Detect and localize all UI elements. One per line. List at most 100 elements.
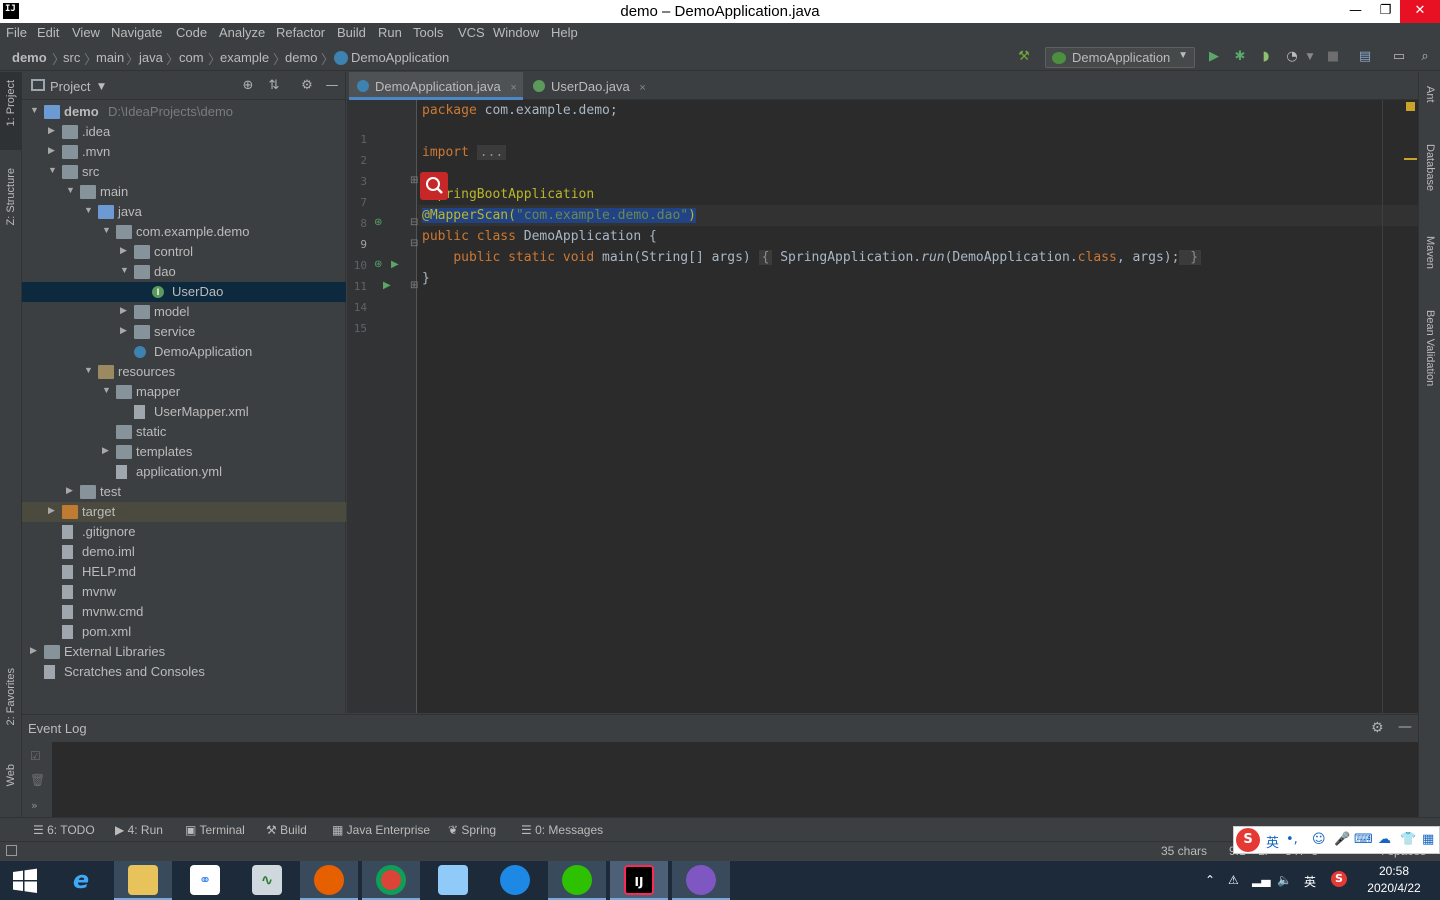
code-line[interactable]: public static void main(String[] args) {… xyxy=(422,250,1202,265)
tool-window-web[interactable]: Web xyxy=(5,764,17,786)
taskbar-qq-browser[interactable] xyxy=(486,861,544,900)
chevron-right-icon[interactable]: ▶ xyxy=(120,325,127,336)
tree-item-demo[interactable]: ▼ demo D:\IdeaProjects\demo xyxy=(22,102,346,122)
chevron-down-icon[interactable]: ▼ xyxy=(102,385,111,395)
close-icon[interactable]: × xyxy=(639,82,645,94)
menu-file[interactable]: File xyxy=(6,25,27,40)
taskbar-intellij[interactable]: IJ xyxy=(610,861,668,900)
code-line[interactable]: @MapperScan("com.example.demo.dao") xyxy=(422,208,696,223)
chevron-down-icon[interactable]: ▼ xyxy=(30,105,39,115)
collapse-all-icon[interactable]: ⇅ xyxy=(266,78,282,94)
run-configuration-select[interactable]: DemoApplication ▼ xyxy=(1045,47,1195,68)
tray-input-language[interactable]: 英 xyxy=(1304,873,1316,890)
tree-item-demoapplication[interactable]: DemoApplication xyxy=(22,342,346,362)
menu-refactor[interactable]: Refactor xyxy=(276,25,325,40)
breadcrumb-demo[interactable]: demo xyxy=(12,50,47,65)
tool-window-ant[interactable]: Ant xyxy=(1424,86,1436,103)
tree-item-static[interactable]: static xyxy=(22,422,346,442)
tree-item-src[interactable]: ▼ src xyxy=(22,162,346,182)
breadcrumb-src[interactable]: src xyxy=(63,50,80,65)
taskbar-task-manager[interactable]: ∿ xyxy=(238,861,296,900)
menu-window[interactable]: Window xyxy=(493,25,539,40)
menu-view[interactable]: View xyxy=(72,25,100,40)
tree-item-external-libraries[interactable]: ▶ External Libraries xyxy=(22,642,346,662)
tree-item-java[interactable]: ▼ java xyxy=(22,202,346,222)
tray-expand-icon[interactable]: ⌃ xyxy=(1205,873,1215,887)
start-button[interactable] xyxy=(0,861,50,900)
tree-item-userdao[interactable]: I UserDao xyxy=(22,282,346,302)
chevron-down-icon[interactable]: ▼ xyxy=(98,82,105,92)
toggle-tool-windows-icon[interactable] xyxy=(6,845,17,856)
project-view-selector[interactable]: Project xyxy=(50,79,90,94)
event-log-content[interactable] xyxy=(52,742,1418,818)
gear-icon[interactable]: ⚙ xyxy=(299,78,315,94)
microphone-icon[interactable]: 🎤 xyxy=(1334,832,1350,847)
tree-item-templates[interactable]: ▶ templates xyxy=(22,442,346,462)
chevron-down-icon[interactable]: ▼ xyxy=(48,165,57,175)
tool-window-favorites[interactable]: 2: Favorites xyxy=(5,668,17,725)
tool-build-button[interactable]: ⚒ Build xyxy=(266,823,307,837)
tray-sogou-icon[interactable]: S xyxy=(1331,871,1347,887)
ime-punctuation-toggle[interactable]: •, xyxy=(1286,832,1298,847)
debug-bug-icon[interactable]: ✱ xyxy=(1232,49,1248,65)
sogou-logo-icon[interactable]: S xyxy=(1236,828,1260,852)
run-with-coverage-icon[interactable]: ◗ xyxy=(1258,49,1274,65)
tool-window-structure[interactable]: Z: Structure xyxy=(5,168,17,225)
more-icon[interactable]: » xyxy=(31,799,38,812)
code-line[interactable]: public class DemoApplication { xyxy=(422,229,657,244)
chevron-right-icon[interactable]: ▶ xyxy=(120,305,127,316)
tool-run-button[interactable]: ▶ 4: Run xyxy=(115,823,163,837)
chevron-down-icon[interactable]: ▼ xyxy=(102,225,111,235)
tray-volume-icon[interactable]: 🔈 xyxy=(1277,873,1292,887)
menu-tools[interactable]: Tools xyxy=(413,25,443,40)
close-icon[interactable]: × xyxy=(510,82,516,94)
tree-item-main[interactable]: ▼ main xyxy=(22,182,346,202)
tree-item-control[interactable]: ▶ control xyxy=(22,242,346,262)
chevron-down-icon[interactable]: ▼ xyxy=(84,365,93,375)
fold-expand-icon[interactable]: ⊞ xyxy=(410,175,418,186)
fold-collapse-icon[interactable]: ⊟ xyxy=(410,238,418,249)
error-stripe-mark[interactable] xyxy=(1404,158,1417,160)
menu-build[interactable]: Build xyxy=(337,25,366,40)
breadcrumb-com[interactable]: com xyxy=(179,50,204,65)
tree-item-model[interactable]: ▶ model xyxy=(22,302,346,322)
tree-item-target[interactable]: ▶ target xyxy=(22,502,346,522)
emoji-icon[interactable]: ☺ xyxy=(1312,832,1326,847)
taskbar-dbeaver[interactable] xyxy=(672,861,730,900)
breadcrumb-example[interactable]: example xyxy=(220,50,269,65)
tree-item-test[interactable]: ▶ test xyxy=(22,482,346,502)
tool-window-bean-validation[interactable]: Bean Validation xyxy=(1424,310,1436,386)
tool-window-project[interactable]: 1: Project xyxy=(5,80,17,126)
build-hammer-icon[interactable]: ⚒ xyxy=(1016,49,1032,65)
gear-icon[interactable]: ⚙ xyxy=(1371,720,1384,736)
menu-code[interactable]: Code xyxy=(176,25,207,40)
tree-item-pom-xml[interactable]: pom.xml xyxy=(22,622,346,642)
breadcrumb-java[interactable]: java xyxy=(139,50,163,65)
tree-item-resources[interactable]: ▼ resources xyxy=(22,362,346,382)
tree-item-mvn[interactable]: ▶ .mvn xyxy=(22,142,346,162)
code-line[interactable]: } xyxy=(422,271,430,286)
fold-collapse-icon[interactable]: ⊟ xyxy=(410,217,418,228)
chevron-right-icon[interactable]: ▶ xyxy=(102,445,109,456)
chevron-right-icon[interactable]: ▶ xyxy=(66,485,73,496)
chevron-right-icon[interactable]: ▶ xyxy=(48,145,55,156)
close-window-button[interactable]: ✕ xyxy=(1400,0,1440,23)
restore-button[interactable]: ❐ xyxy=(1370,0,1401,23)
tab-userdao-java[interactable]: UserDao.java × xyxy=(525,72,649,100)
hide-panel-icon[interactable]: — xyxy=(324,78,340,94)
locate-file-icon[interactable]: ⊕ xyxy=(240,78,256,94)
chevron-right-icon[interactable]: ▶ xyxy=(48,505,55,516)
mark-read-icon[interactable]: ☑ xyxy=(30,749,41,763)
tool-spring-button[interactable]: ❦ Spring xyxy=(448,823,496,837)
clock-date[interactable]: 2020/4/22 xyxy=(1362,881,1426,895)
minimize-button[interactable]: — xyxy=(1340,0,1371,23)
tool-java-enterprise-button[interactable]: ▦ Java Enterprise xyxy=(332,823,430,837)
trash-icon[interactable]: 🗑 xyxy=(30,773,45,787)
run-icon[interactable]: ▶ xyxy=(1206,49,1222,65)
stop-icon[interactable]: ■ xyxy=(1325,49,1341,65)
skin-icon[interactable]: ☁ xyxy=(1378,832,1391,847)
fold-expand-icon[interactable]: ⊞ xyxy=(410,280,418,291)
menu-edit[interactable]: Edit xyxy=(37,25,59,40)
chevron-down-icon[interactable]: ▼ xyxy=(120,265,129,275)
tool-window-database[interactable]: Database xyxy=(1424,144,1436,191)
